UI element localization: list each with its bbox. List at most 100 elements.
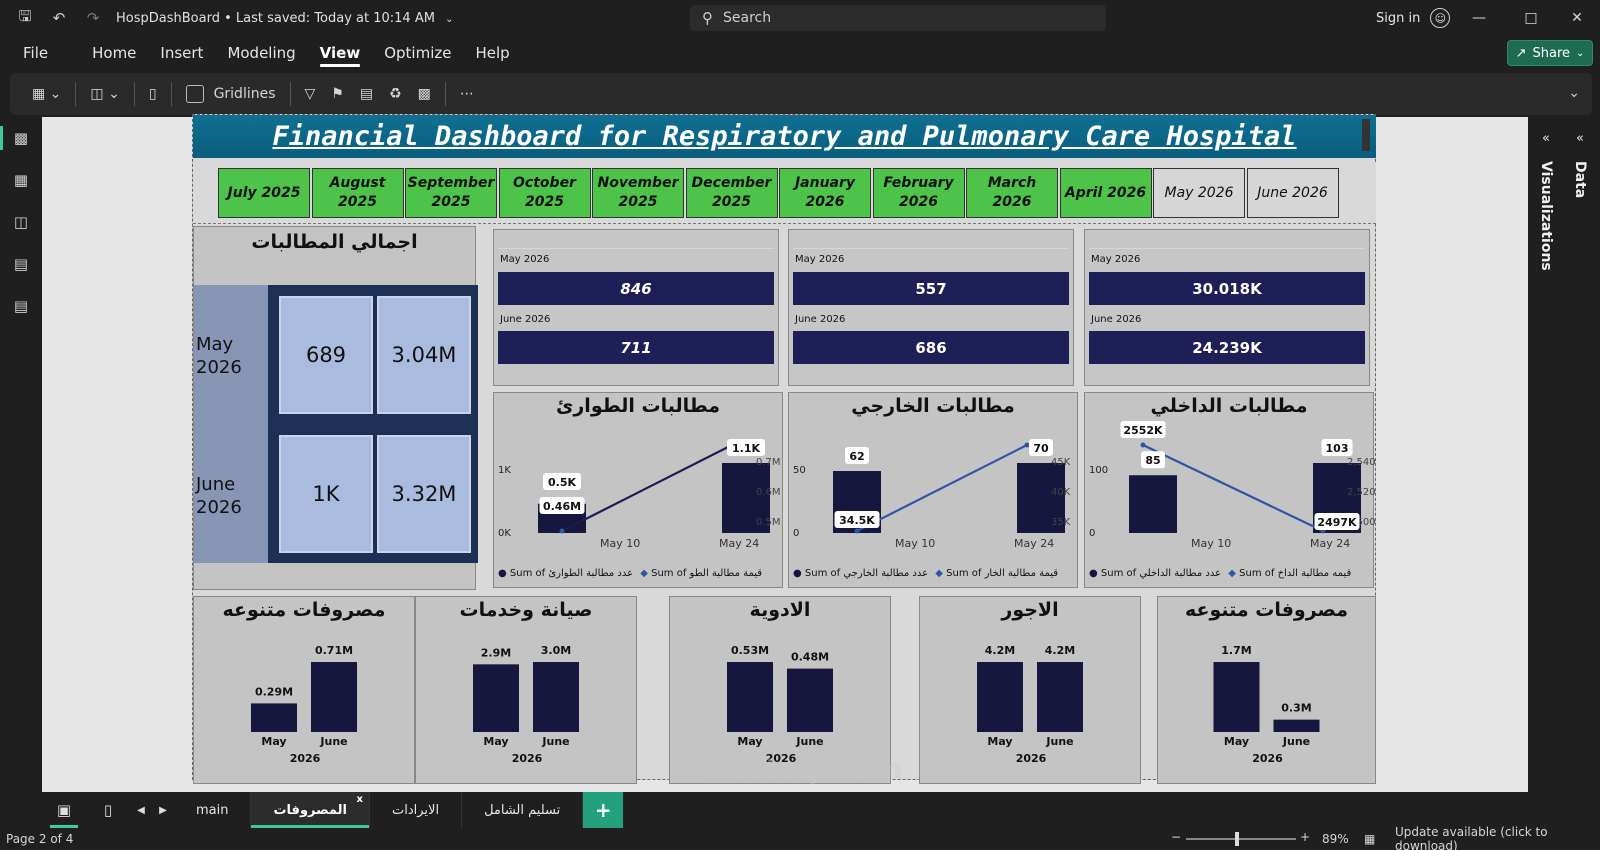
mobile-view-icon[interactable]: ▯ [86, 792, 130, 828]
minimize-icon[interactable]: — [1456, 0, 1502, 36]
chart-line[interactable] [856, 444, 1028, 532]
legend-item[interactable]: Sum of قيمه مطالبة الداخ [1239, 568, 1351, 579]
month-button[interactable]: September 2025 [405, 168, 497, 218]
menu-file[interactable]: File [11, 36, 60, 70]
fit-page-icon[interactable]: ▦ [1364, 832, 1375, 846]
month-button[interactable]: July 2025 [218, 168, 310, 218]
bookmark-icon[interactable]: ⚑ [323, 79, 352, 109]
legend-item[interactable]: Sum of عدد مطالبة الخارجي [805, 568, 928, 579]
document-title[interactable]: HospDashBoard • Last saved: Today at 10:… [116, 11, 453, 26]
chevron-left-icon[interactable]: « [1542, 131, 1550, 146]
share-button[interactable]: ↗ Share ⌄ [1507, 40, 1593, 66]
kpi-value[interactable]: 24.239K [1089, 331, 1365, 364]
report-view-icon[interactable]: ▩ [0, 117, 42, 159]
chart-bar[interactable] [727, 662, 773, 732]
zoom-slider[interactable] [1186, 838, 1296, 840]
chevron-left-icon[interactable]: « [1576, 131, 1584, 146]
chart-bar[interactable] [977, 662, 1023, 732]
kpi-value[interactable]: 30.018K [1089, 272, 1365, 305]
menu-home[interactable]: Home [80, 36, 148, 70]
undo-icon[interactable]: ↶ [42, 0, 76, 36]
line-data-label: 2497K [1317, 516, 1357, 529]
chart-bar[interactable] [533, 662, 579, 732]
month-button[interactable]: March 2026 [966, 168, 1058, 218]
month-button[interactable]: January 2026 [779, 168, 871, 218]
menu-view[interactable]: View [308, 36, 373, 70]
month-button[interactable]: February 2026 [872, 168, 965, 218]
chart-bar[interactable] [1037, 662, 1083, 732]
visualizations-pane-tab[interactable]: Visualizations [1538, 161, 1554, 271]
cell-may-count[interactable]: 689 [279, 296, 373, 414]
performance-icon[interactable]: ▩ [410, 79, 439, 109]
chart-point[interactable] [854, 528, 860, 534]
month-button[interactable]: May 2026 [1153, 168, 1245, 218]
month-button[interactable]: June 2026 [1246, 168, 1339, 218]
tab-scroll-left-icon[interactable]: ◀ [130, 792, 152, 828]
chart-bar[interactable] [1273, 719, 1320, 732]
dax-query-icon[interactable]: ▤ [0, 243, 42, 285]
data-pane-tab[interactable]: Data [1572, 161, 1588, 198]
tmdl-view-icon[interactable]: ▤ [0, 285, 42, 327]
month-button[interactable]: December 2025 [685, 168, 778, 218]
menu-help[interactable]: Help [463, 36, 521, 70]
chart-bar[interactable] [251, 703, 297, 732]
legend-item[interactable]: Sum of قيمة مطالبة الطو [651, 568, 762, 579]
add-page-button[interactable]: + [583, 792, 624, 828]
sign-in-button[interactable]: Sign in ☺ [1376, 0, 1451, 36]
chart-bar[interactable] [1129, 475, 1177, 533]
month-button[interactable]: November 2025 [592, 168, 684, 218]
kpi-value[interactable]: 557 [793, 272, 1069, 305]
cell-june-value[interactable]: 3.32M [377, 435, 471, 553]
update-link[interactable]: Update available (click to download) [1395, 825, 1600, 850]
chart-point[interactable] [1140, 442, 1146, 448]
month-button[interactable]: August 2025 [311, 168, 404, 218]
redo-icon[interactable]: ↷ [76, 0, 110, 36]
theme-icon[interactable]: ▦ ⌄ [24, 79, 69, 109]
chart-bar[interactable] [787, 668, 833, 732]
close-icon[interactable]: ✕ [1554, 0, 1600, 36]
mobile-layout-icon[interactable]: ▯ [141, 79, 165, 109]
model-view-icon[interactable]: ◫ [0, 201, 42, 243]
legend-item[interactable]: Sum of قيمة مطالبة الخار [946, 568, 1058, 579]
page-tab[interactable]: تسليم الشامل [462, 792, 584, 828]
cell-june-count[interactable]: 1K [279, 435, 373, 553]
chevron-down-icon[interactable]: ⌄ [1568, 85, 1580, 101]
chart-bar[interactable] [473, 664, 519, 732]
menu-optimize[interactable]: Optimize [372, 36, 463, 70]
zoom-out-icon[interactable]: − [1171, 830, 1181, 844]
scrollbar[interactable] [1362, 119, 1370, 151]
menu-insert[interactable]: Insert [148, 36, 215, 70]
page-tab[interactable]: main [174, 792, 252, 828]
gridlines-checkbox[interactable]: Gridlines [178, 79, 284, 109]
selection-icon[interactable]: ▤ [352, 79, 381, 109]
kpi-value[interactable]: 711 [498, 331, 774, 364]
kpi-value[interactable]: 846 [498, 272, 774, 305]
search-input[interactable]: ⚲ Search [690, 5, 1106, 31]
tab-scroll-right-icon[interactable]: ▶ [152, 792, 174, 828]
legend-item[interactable]: Sum of عدد مطالبة الطوارئ [510, 568, 633, 579]
sync-slicers-icon[interactable]: ♻ [381, 79, 410, 109]
cell-may-value[interactable]: 3.04M [377, 296, 471, 414]
close-icon[interactable]: x [357, 794, 363, 805]
chart-bar[interactable] [311, 662, 357, 732]
chart-line[interactable] [561, 444, 733, 532]
desktop-view-icon[interactable]: ▣ [42, 792, 86, 828]
zoom-slider-thumb[interactable] [1235, 832, 1239, 846]
table-view-icon[interactable]: ▦ [0, 159, 42, 201]
chart-bar[interactable] [1213, 662, 1260, 732]
legend-item[interactable]: Sum of عدد مطالبة الداخلي [1101, 568, 1221, 579]
page-view-icon[interactable]: ◫ ⌄ [82, 79, 127, 109]
kpi-value[interactable]: 686 [793, 331, 1069, 364]
save-icon[interactable]: 🖫 [8, 0, 42, 36]
page-tab[interactable]: المصروفات x [251, 792, 370, 828]
chart-point[interactable] [559, 528, 565, 534]
menu-modeling[interactable]: Modeling [215, 36, 307, 70]
month-button[interactable]: October 2025 [498, 168, 591, 218]
chart-point[interactable] [1024, 442, 1030, 448]
zoom-in-icon[interactable]: + [1300, 830, 1310, 844]
month-button[interactable]: April 2026 [1059, 168, 1152, 218]
maximize-icon[interactable]: □ [1508, 0, 1554, 36]
page-tab[interactable]: الايرادات [370, 792, 463, 828]
more-options-icon[interactable]: ⋯ [452, 79, 482, 109]
filter-icon[interactable]: ▽ [297, 79, 324, 109]
